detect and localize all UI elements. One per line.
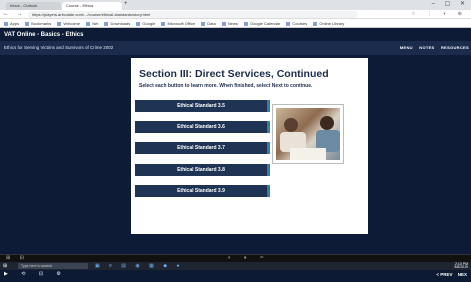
course-header-bar: Ethics for Serving Victims and Survivors… <box>0 41 471 55</box>
menu-tab[interactable]: MENU <box>400 45 413 50</box>
playback-controls[interactable]: ▶ ⟲ ⊡ ⚙ <box>4 271 67 277</box>
bookmark-item[interactable]: Data <box>201 19 215 27</box>
browser-tab-active[interactable]: Course - Ethics <box>62 2 122 10</box>
slide-navigation: < PREV NEX <box>432 272 467 277</box>
taskbar: ⊞ Type here to search ▣ e ▤ ◉ ▦ ◆ ● 2:10… <box>0 262 471 270</box>
course-title: VAT Online - Basics - Ethics <box>4 32 84 38</box>
bookmark-item[interactable]: Welcome <box>57 19 80 27</box>
photo-paper <box>290 148 326 160</box>
ethical-standard-button[interactable]: Ethical Standard 3.8 <box>135 164 270 176</box>
clock-date: 5/8/2019 <box>454 265 468 269</box>
extension-icons[interactable]: ☆ ⋮ ◐ ⊕ <box>411 10 467 19</box>
bookmark-item[interactable]: Microsoft Office <box>161 19 195 27</box>
bookmark-item[interactable]: Bookmarks <box>25 19 51 27</box>
bookmark-item[interactable]: Online Library <box>313 19 344 27</box>
slide-photo <box>273 105 343 163</box>
address-bar-row: ← → ⟳ https://players.articulate.com/...… <box>0 10 471 19</box>
ethical-standard-button[interactable]: Ethical Standard 3.6 <box>135 121 270 133</box>
vm-center-icons[interactable]: ⏸ ⏹ ▭ <box>228 255 270 262</box>
bookmark-item[interactable]: Courses <box>286 19 307 27</box>
slide-content: Section III: Direct Services, Continued … <box>131 58 368 234</box>
vm-toolbar: ⊞ ⊟ ⏸ ⏹ ▭ <box>0 254 471 262</box>
taskbar-app-icons[interactable]: ▣ e ▤ ◉ ▦ ◆ ● <box>95 263 184 269</box>
slide-instructions: Select each button to learn more. When f… <box>139 83 313 89</box>
ethical-standard-button[interactable]: Ethical Standard 3.5 <box>135 100 270 112</box>
bookmark-item[interactable]: Downloads <box>104 19 130 27</box>
taskbar-search-input[interactable]: Type here to search <box>18 263 88 269</box>
bookmark-item[interactable]: Google <box>136 19 155 27</box>
url-input[interactable]: https://players.articulate.com/.../cours… <box>28 11 358 18</box>
ethical-standard-button[interactable]: Ethical Standard 3.9 <box>135 185 270 197</box>
start-icon[interactable]: ⊞ <box>3 263 7 269</box>
bookmark-item[interactable]: Google Calendar <box>244 19 280 27</box>
notes-tab[interactable]: NOTES <box>419 45 434 50</box>
bookmark-item[interactable]: News <box>222 19 238 27</box>
next-button[interactable]: NEX <box>458 272 467 277</box>
bookmark-item[interactable]: Net <box>86 19 98 27</box>
photo-figure <box>284 118 298 132</box>
browser-tab-bar: Inbox - Outlook Course - Ethics + – ▢ ✕ <box>0 0 471 10</box>
player-controls: ▶ ⟲ ⊡ ⚙ < PREV NEX <box>0 269 471 282</box>
ethical-standard-button[interactable]: Ethical Standard 3.7 <box>135 142 270 154</box>
resources-tab[interactable]: RESOURCES <box>441 45 469 50</box>
system-clock[interactable]: 2:10 PM 5/8/2019 <box>454 262 468 269</box>
window-controls[interactable]: – ▢ ✕ <box>432 0 469 7</box>
course-menu: MENU NOTES RESOURCES <box>395 45 469 50</box>
prev-button[interactable]: < PREV <box>436 272 452 277</box>
browser-tab[interactable]: Inbox - Outlook <box>6 2 61 10</box>
bookmarks-bar: Apps Bookmarks Welcome Net Downloads Goo… <box>0 19 471 28</box>
photo-figure <box>320 116 334 130</box>
bookmark-item[interactable]: Apps <box>4 19 19 27</box>
vm-left-icons[interactable]: ⊞ ⊟ <box>6 255 28 262</box>
new-tab-button[interactable]: + <box>124 1 128 7</box>
course-subtitle: Ethics for Serving Victims and Survivors… <box>4 45 114 50</box>
course-player: VAT Online - Basics - Ethics Ethics for … <box>0 28 471 277</box>
slide-title: Section III: Direct Services, Continued <box>139 68 329 80</box>
